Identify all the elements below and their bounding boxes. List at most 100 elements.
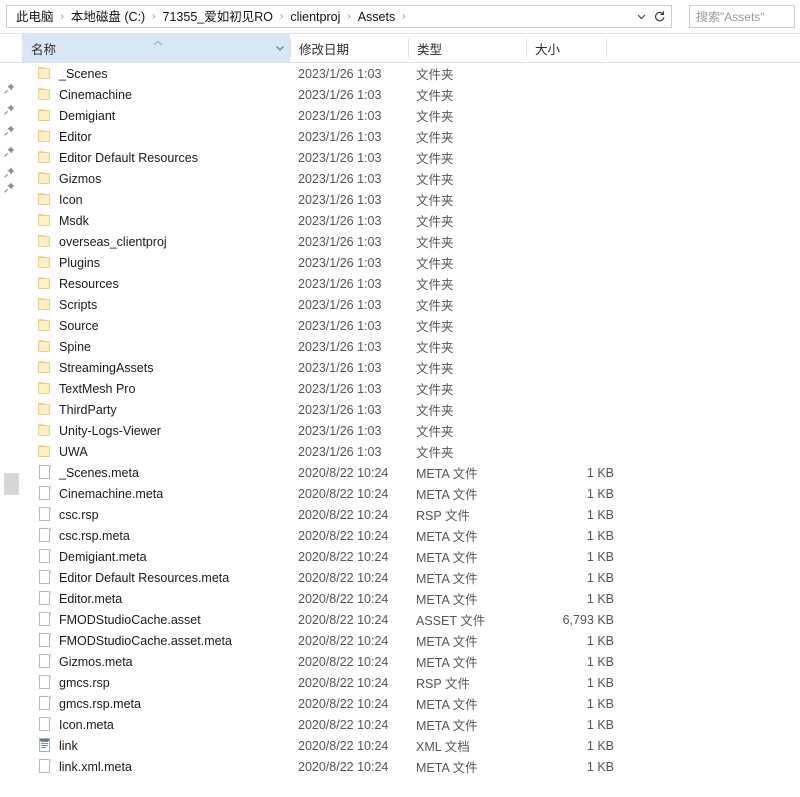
column-header-size[interactable]: 大小 xyxy=(526,34,606,62)
file-size xyxy=(534,315,614,336)
file-list-row[interactable]: Cinemachine.meta2020/8/22 10:24META 文件1 … xyxy=(22,483,792,504)
file-list-row[interactable]: TextMesh Pro2023/1/26 1:03文件夹 xyxy=(22,378,792,399)
file-name: Icon.meta xyxy=(59,714,114,735)
file-size: 1 KB xyxy=(534,546,614,567)
file-type: XML 文档 xyxy=(416,735,470,756)
file-name: ThirdParty xyxy=(59,399,117,420)
file-type: META 文件 xyxy=(416,546,478,567)
file-list-row[interactable]: Gizmos2023/1/26 1:03文件夹 xyxy=(22,168,792,189)
breadcrumb-item[interactable]: Assets xyxy=(355,8,399,26)
file-size: 1 KB xyxy=(534,693,614,714)
file-list-row[interactable]: link.xml.meta2020/8/22 10:24META 文件1 KB xyxy=(22,756,792,777)
breadcrumb-item[interactable]: 71355_爱如初见RO xyxy=(160,8,276,26)
file-list-row[interactable]: Icon2023/1/26 1:03文件夹 xyxy=(22,189,792,210)
file-name: Gizmos xyxy=(59,168,101,189)
column-header-date-modified[interactable]: 修改日期 xyxy=(290,34,408,62)
file-list-row[interactable]: StreamingAssets2023/1/26 1:03文件夹 xyxy=(22,357,792,378)
file-size: 1 KB xyxy=(534,588,614,609)
file-list-row[interactable]: gmcs.rsp2020/8/22 10:24RSP 文件1 KB xyxy=(22,672,792,693)
file-list-row[interactable]: Gizmos.meta2020/8/22 10:24META 文件1 KB xyxy=(22,651,792,672)
chevron-down-icon[interactable] xyxy=(275,34,285,62)
document-icon xyxy=(37,611,54,628)
file-date-modified: 2023/1/26 1:03 xyxy=(298,378,381,399)
file-list-row[interactable]: Spine2023/1/26 1:03文件夹 xyxy=(22,336,792,357)
file-list-row[interactable]: Demigiant.meta2020/8/22 10:24META 文件1 KB xyxy=(22,546,792,567)
file-date-modified: 2023/1/26 1:03 xyxy=(298,357,381,378)
file-list-row[interactable]: Msdk2023/1/26 1:03文件夹 xyxy=(22,210,792,231)
file-size xyxy=(534,441,614,462)
refresh-icon[interactable] xyxy=(649,7,669,27)
file-type: 文件夹 xyxy=(416,357,454,378)
column-header-type[interactable]: 类型 xyxy=(408,34,526,62)
file-name: Gizmos.meta xyxy=(59,651,133,672)
file-list-row[interactable]: Plugins2023/1/26 1:03文件夹 xyxy=(22,252,792,273)
file-date-modified: 2023/1/26 1:03 xyxy=(298,294,381,315)
file-date-modified: 2020/8/22 10:24 xyxy=(298,735,388,756)
file-list-row[interactable]: _Scenes.meta2020/8/22 10:24META 文件1 KB xyxy=(22,462,792,483)
folder-icon xyxy=(37,380,54,397)
chevron-down-icon[interactable] xyxy=(633,8,649,26)
file-size: 1 KB xyxy=(534,483,614,504)
file-list-row[interactable]: Scripts2023/1/26 1:03文件夹 xyxy=(22,294,792,315)
breadcrumb-item[interactable]: 此电脑 xyxy=(13,8,57,26)
file-list-row[interactable]: Editor.meta2020/8/22 10:24META 文件1 KB xyxy=(22,588,792,609)
file-size xyxy=(534,336,614,357)
file-list-row[interactable]: UWA2023/1/26 1:03文件夹 xyxy=(22,441,792,462)
file-list-row[interactable]: Editor Default Resources2023/1/26 1:03文件… xyxy=(22,147,792,168)
file-date-modified: 2020/8/22 10:24 xyxy=(298,462,388,483)
file-type: META 文件 xyxy=(416,756,478,777)
file-list-row[interactable]: overseas_clientproj2023/1/26 1:03文件夹 xyxy=(22,231,792,252)
folder-icon xyxy=(37,86,54,103)
file-type: 文件夹 xyxy=(416,126,454,147)
file-list-row[interactable]: link2020/8/22 10:24XML 文档1 KB xyxy=(22,735,792,756)
file-list-row[interactable]: Resources2023/1/26 1:03文件夹 xyxy=(22,273,792,294)
file-size xyxy=(534,378,614,399)
file-type: 文件夹 xyxy=(416,189,454,210)
folder-icon xyxy=(37,359,54,376)
file-list-row[interactable]: FMODStudioCache.asset.meta2020/8/22 10:2… xyxy=(22,630,792,651)
file-size xyxy=(534,294,614,315)
breadcrumb-separator-icon[interactable]: › xyxy=(343,9,354,25)
file-type: META 文件 xyxy=(416,630,478,651)
file-name: UWA xyxy=(59,441,88,462)
breadcrumb-bar[interactable]: 此电脑›本地磁盘 (C:)›71355_爱如初见RO›clientproj›As… xyxy=(6,5,672,28)
breadcrumb-separator-icon[interactable]: › xyxy=(398,9,409,25)
document-icon xyxy=(37,674,54,691)
file-date-modified: 2023/1/26 1:03 xyxy=(298,315,381,336)
file-list-row[interactable]: Editor Default Resources.meta2020/8/22 1… xyxy=(22,567,792,588)
file-list-row[interactable]: ThirdParty2023/1/26 1:03文件夹 xyxy=(22,399,792,420)
breadcrumb-separator-icon[interactable]: › xyxy=(148,9,159,25)
file-size xyxy=(534,147,614,168)
file-size: 1 KB xyxy=(534,651,614,672)
file-name: Msdk xyxy=(59,210,89,231)
search-input[interactable]: 搜索"Assets" xyxy=(689,5,795,28)
breadcrumb-separator-icon[interactable]: › xyxy=(57,9,68,25)
folder-icon xyxy=(37,338,54,355)
file-date-modified: 2023/1/26 1:03 xyxy=(298,441,381,462)
file-type: META 文件 xyxy=(416,483,478,504)
file-name: TextMesh Pro xyxy=(59,378,135,399)
file-name: FMODStudioCache.asset xyxy=(59,609,201,630)
file-size xyxy=(534,210,614,231)
folder-icon xyxy=(37,275,54,292)
file-list-row[interactable]: Unity-Logs-Viewer2023/1/26 1:03文件夹 xyxy=(22,420,792,441)
file-list-row[interactable]: Icon.meta2020/8/22 10:24META 文件1 KB xyxy=(22,714,792,735)
breadcrumb-item[interactable]: 本地磁盘 (C:) xyxy=(68,8,148,26)
file-list-row[interactable]: FMODStudioCache.asset2020/8/22 10:24ASSE… xyxy=(22,609,792,630)
file-list-row[interactable]: csc.rsp.meta2020/8/22 10:24META 文件1 KB xyxy=(22,525,792,546)
file-date-modified: 2023/1/26 1:03 xyxy=(298,210,381,231)
file-type: 文件夹 xyxy=(416,315,454,336)
file-list-row[interactable]: Cinemachine2023/1/26 1:03文件夹 xyxy=(22,84,792,105)
breadcrumb-separator-icon[interactable]: › xyxy=(276,9,287,25)
file-size: 1 KB xyxy=(534,567,614,588)
file-list-row[interactable]: Source2023/1/26 1:03文件夹 xyxy=(22,315,792,336)
file-size xyxy=(534,231,614,252)
breadcrumb: 此电脑›本地磁盘 (C:)›71355_爱如初见RO›clientproj›As… xyxy=(7,8,633,26)
file-list-row[interactable]: Demigiant2023/1/26 1:03文件夹 xyxy=(22,105,792,126)
breadcrumb-item[interactable]: clientproj xyxy=(287,8,343,26)
file-list-row[interactable]: gmcs.rsp.meta2020/8/22 10:24META 文件1 KB xyxy=(22,693,792,714)
file-list-row[interactable]: csc.rsp2020/8/22 10:24RSP 文件1 KB xyxy=(22,504,792,525)
file-list-row[interactable]: Editor2023/1/26 1:03文件夹 xyxy=(22,126,792,147)
column-divider[interactable] xyxy=(606,39,607,57)
file-list-row[interactable]: _Scenes2023/1/26 1:03文件夹 xyxy=(22,63,792,84)
